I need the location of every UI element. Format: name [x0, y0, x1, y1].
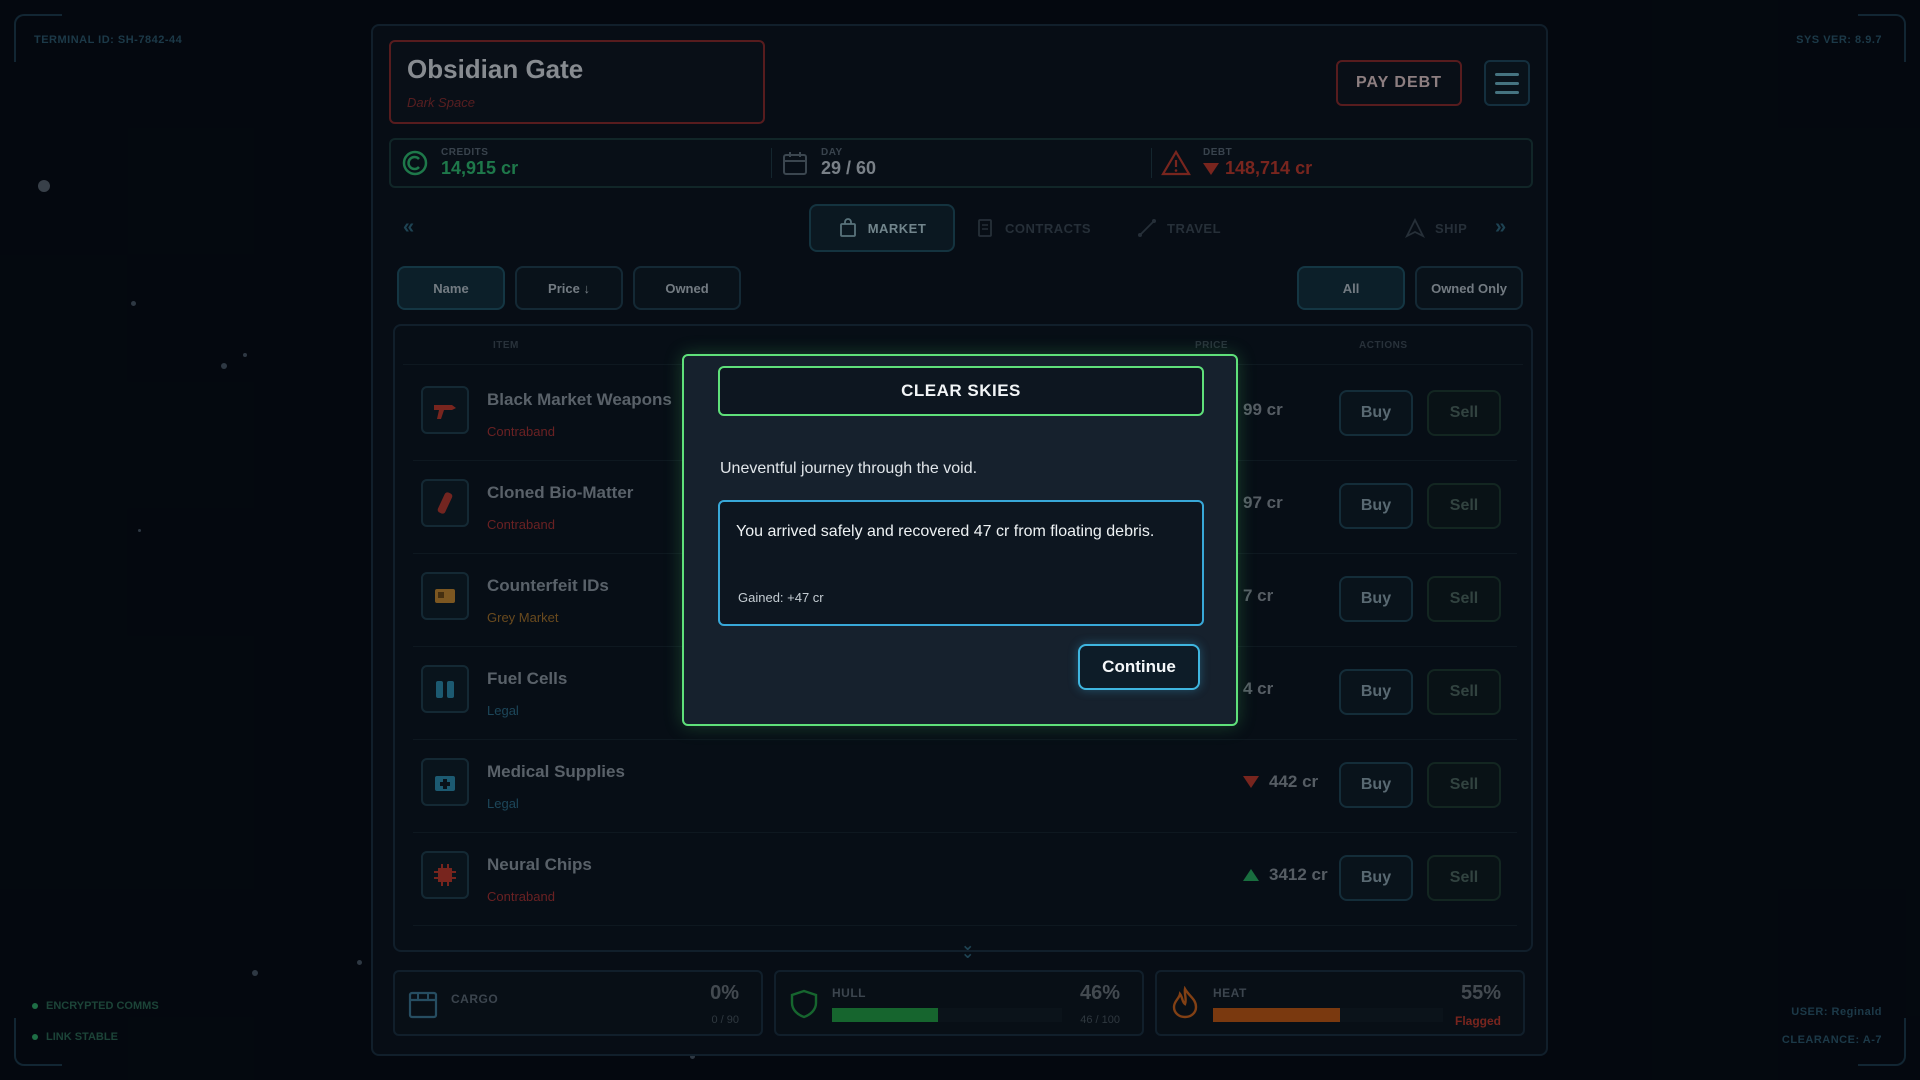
- modal-description: Uneventful journey through the void.: [720, 460, 978, 477]
- event-modal: CLEAR SKIES Uneventful journey through t…: [682, 354, 1238, 726]
- modal-gained-text: Gained: +47 cr: [738, 590, 824, 605]
- modal-result-box: You arrived safely and recovered 47 cr f…: [718, 500, 1204, 626]
- continue-button[interactable]: Continue: [1078, 644, 1200, 690]
- modal-result-text: You arrived safely and recovered 47 cr f…: [736, 523, 1155, 540]
- modal-title: CLEAR SKIES: [718, 366, 1204, 416]
